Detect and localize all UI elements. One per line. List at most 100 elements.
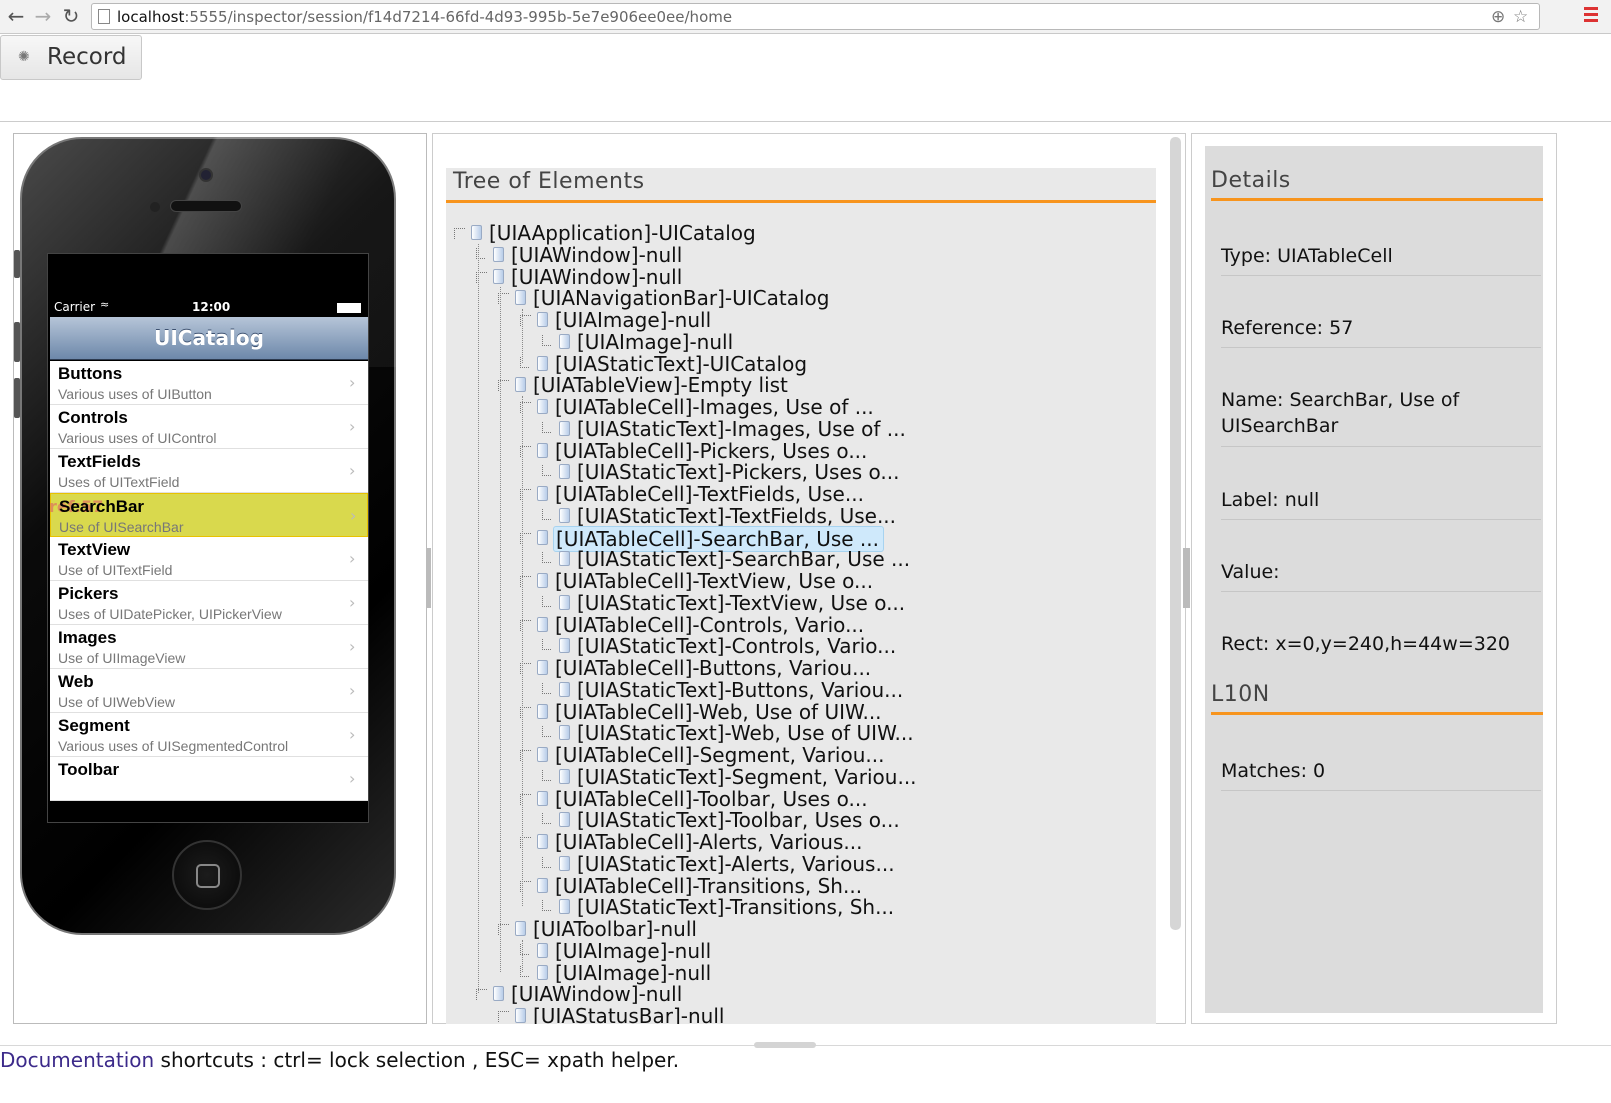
back-arrow-icon[interactable]: ← (5, 5, 27, 27)
tree-toggle-icon[interactable] (498, 1011, 509, 1022)
element-node-icon (559, 681, 570, 697)
tree-node-label[interactable]: [UIAStaticText]-Web, Use of UIW... (575, 721, 918, 745)
element-node-icon (559, 855, 570, 871)
chevron-right-icon: › (349, 417, 356, 436)
ios-status-bar: Carrier ≈ 12:00 (50, 297, 368, 317)
element-node-icon (537, 616, 548, 632)
device-screen[interactable]: Carrier ≈ 12:00 UICatalog Buttons Various… (47, 253, 369, 823)
table-cell[interactable]: ref:57 SearchBar Use of UISearchBar › (49, 493, 368, 537)
tree-node-label[interactable]: [UIAImage]-null (553, 961, 715, 985)
table-cell[interactable]: Segment Various uses of UISegmentedContro… (50, 713, 368, 757)
chevron-right-icon: › (350, 506, 357, 525)
element-node-icon (537, 312, 548, 327)
tree-node-label[interactable]: [UIAStaticText]-Images, Use of ... (575, 417, 910, 441)
tree-node-label[interactable]: [UIATableView]-Empty list (531, 373, 792, 397)
tree-node-label[interactable]: [UIAStaticText]-TextView, Use o... (575, 591, 909, 615)
element-node-icon (537, 703, 548, 719)
tree-node-label[interactable]: [UIAImage]-null (575, 330, 737, 354)
chrome-menu-icon[interactable] (1584, 7, 1598, 25)
element-node-icon (493, 986, 504, 1002)
tree-node-label[interactable]: [UIAImage]-null (553, 308, 715, 332)
tree-node-label[interactable]: [UIAToolbar]-null (531, 917, 701, 941)
record-button[interactable]: ✺ Record (0, 35, 142, 80)
table-cell[interactable]: Toolbar › (50, 757, 368, 801)
tree-branch-line (542, 465, 551, 477)
l10n-heading-rule (1211, 712, 1543, 715)
bottom-resize-handle[interactable] (754, 1042, 816, 1048)
element-node-icon (559, 768, 570, 784)
bookmark-star-icon[interactable]: ☆ (1513, 7, 1528, 27)
table-cell[interactable]: TextFields Uses of UITextField › (50, 449, 368, 493)
tree-branch-line (542, 726, 551, 738)
forward-arrow-icon[interactable]: → (32, 5, 54, 27)
element-node-icon (559, 551, 570, 567)
zoom-icon[interactable]: ⊕ (1491, 7, 1505, 27)
tree-node-label[interactable]: [UIAStatusBar]-null (531, 1004, 728, 1024)
chevron-right-icon: › (349, 769, 356, 788)
tree-node-label[interactable]: [UIAStaticText]-SearchBar, Use ... (575, 547, 914, 571)
tree-node-label[interactable]: [UIAStaticText]-Pickers, Uses o... (575, 460, 903, 484)
table-cell[interactable]: Pickers Uses of UIDatePicker, UIPickerVie… (50, 581, 368, 625)
detail-type: Type: UIATableCell (1221, 245, 1393, 267)
cell-title: Segment (58, 716, 130, 735)
tree-node-label[interactable]: [UIANavigationBar]-UICatalog (531, 286, 833, 310)
home-button[interactable] (172, 840, 242, 910)
tree-branch-line (542, 682, 551, 694)
tree-scrollbar[interactable] (1170, 137, 1181, 930)
tree-guide-line (500, 287, 501, 972)
tree-node-label[interactable]: [UIAApplication]-UICatalog (487, 221, 760, 245)
tree-node-label[interactable]: [UIAWindow]-null (509, 243, 686, 267)
element-node-icon (559, 507, 570, 523)
tree-node-label[interactable]: [UIAStaticText]-TextFields, Use... (575, 504, 900, 528)
tree-node-label[interactable]: [UIAStaticText]-UICatalog (553, 352, 811, 376)
cell-title: Pickers (58, 584, 119, 603)
detail-value: Value: (1221, 561, 1280, 583)
address-bar[interactable]: localhost:5555/inspector/session/f14d721… (91, 3, 1540, 30)
tree-node-label[interactable]: [UIATableCell]-TextView, Use o... (553, 569, 877, 593)
tree-node-label[interactable]: [UIAImage]-null (553, 939, 715, 963)
tree-node-label[interactable]: [UIAStaticText]-Transitions, Sh... (575, 895, 898, 919)
tree-node-label[interactable]: [UIATableCell]-Images, Use of ... (553, 395, 878, 419)
tree-guide-line (522, 396, 523, 907)
reload-icon[interactable]: ↻ (60, 5, 82, 27)
element-node-icon (493, 246, 504, 262)
tree-node-label[interactable]: [UIAStaticText]-Segment, Variou... (575, 765, 921, 789)
tree-node-label[interactable]: [UIAStaticText]-Controls, Vario... (575, 634, 900, 658)
tree-node-label[interactable]: [UIATableCell]-Segment, Variou... (553, 743, 888, 767)
tree-node-label[interactable]: [UIATableCell]-Pickers, Uses o... (553, 439, 871, 463)
front-camera (199, 168, 213, 182)
table-cell[interactable]: Images Use of UIImageView › (50, 625, 368, 669)
tree-node-label[interactable]: [UIAStaticText]-Alerts, Various... (575, 852, 899, 876)
tree-node-label[interactable]: [UIATableCell]-Transitions, Sh... (553, 874, 866, 898)
tree-node-label[interactable]: [UIATableCell]-TextFields, Use... (553, 482, 868, 506)
splitter-handle[interactable] (426, 548, 431, 608)
cell-title: Images (58, 628, 117, 647)
table-cell[interactable]: TextView Use of UITextField › (50, 537, 368, 581)
cell-subtitle: Use of UIWebView (58, 694, 175, 710)
tree-node-label[interactable]: [UIAWindow]-null (509, 265, 686, 289)
tree-node-label[interactable]: [UIATableCell]-Web, Use of UIW... (553, 700, 886, 724)
chevron-right-icon: › (349, 725, 356, 744)
tree-node-label[interactable]: [UIAWindow]-null (509, 982, 686, 1006)
home-square-icon (196, 864, 220, 888)
table-cell[interactable]: Controls Various uses of UIControl › (50, 405, 368, 449)
tree-node-label[interactable]: [UIAStaticText]-Toolbar, Uses o... (575, 808, 904, 832)
element-node-icon (537, 573, 548, 588)
element-node-icon (537, 529, 548, 545)
documentation-link[interactable]: Documentation (0, 1048, 154, 1072)
cell-title: TextView (58, 540, 131, 559)
tree-branch-line (542, 552, 551, 564)
table-cell[interactable]: Buttons Various uses of UIButton › (50, 361, 368, 405)
wifi-icon: ≈ (100, 298, 110, 311)
url-text: localhost:5555/inspector/session/f14d721… (117, 8, 733, 26)
tree-node-label[interactable]: [UIATableCell]-Toolbar, Uses o... (553, 787, 872, 811)
table-cell[interactable]: Web Use of UIWebView › (50, 669, 368, 713)
tree-node-label[interactable]: [UIATableCell]-Alerts, Various... (553, 830, 866, 854)
tree-toggle-icon[interactable] (454, 228, 465, 239)
tree-node-label[interactable]: [UIAStaticText]-Buttons, Variou... (575, 678, 907, 702)
chevron-right-icon: › (349, 681, 356, 700)
splitter-handle[interactable] (1183, 548, 1190, 608)
tree-node-label[interactable]: [UIATableCell]-Controls, Vario... (553, 613, 868, 637)
tree-node-label[interactable]: [UIATableCell]-Buttons, Variou... (553, 656, 875, 680)
element-node-icon (493, 268, 504, 284)
